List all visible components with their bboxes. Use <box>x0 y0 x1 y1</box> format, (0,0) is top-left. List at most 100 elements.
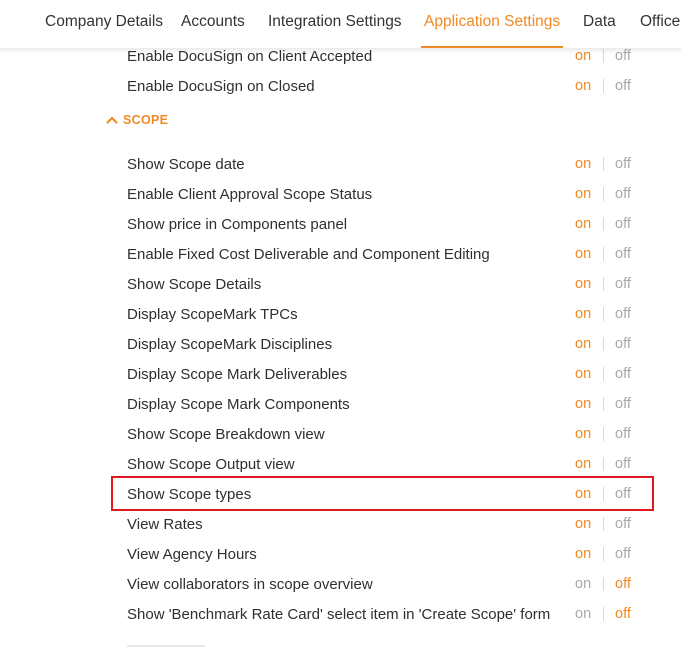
toggle-on-option[interactable]: on <box>575 450 599 478</box>
setting-row-display-scope-mark-components: Display Scope Mark Components on off <box>127 390 647 420</box>
on-off-toggle: on off <box>575 150 631 180</box>
toggle-separator <box>603 337 604 352</box>
settings-tab-bar: Company Details Accounts Integration Set… <box>0 0 681 49</box>
tab-data[interactable]: Data <box>583 0 616 46</box>
setting-row-enable-docusign-on-closed: Enable DocuSign on Closed on off <box>127 72 647 102</box>
setting-row-show-scope-output-view: Show Scope Output view on off <box>127 450 647 480</box>
app-window: Company Details Accounts Integration Set… <box>0 0 681 647</box>
on-off-toggle: on off <box>575 72 631 102</box>
toggle-separator <box>603 49 604 64</box>
toggle-off-option[interactable]: off <box>615 390 631 418</box>
toggle-on-option[interactable]: on <box>575 510 599 538</box>
toggle-off-option[interactable]: off <box>615 540 631 568</box>
on-off-toggle: on off <box>575 600 631 630</box>
setting-label: Show Scope Breakdown view <box>127 426 325 443</box>
setting-row-show-price-in-components-panel: Show price in Components panel on off <box>127 210 647 240</box>
setting-label: Display ScopeMark Disciplines <box>127 336 333 353</box>
on-off-toggle: on off <box>575 570 631 600</box>
toggle-separator <box>603 427 604 442</box>
setting-row-display-scopemark-disciplines: Display ScopeMark Disciplines on off <box>127 330 647 360</box>
tab-accounts[interactable]: Accounts <box>181 0 245 46</box>
setting-label: Display ScopeMark TPCs <box>127 306 298 323</box>
toggle-separator <box>603 247 604 262</box>
toggle-on-option[interactable]: on <box>575 390 599 418</box>
toggle-on-option[interactable]: on <box>575 540 599 568</box>
on-off-toggle: on off <box>575 360 631 390</box>
toggle-off-option[interactable]: off <box>615 240 631 268</box>
toggle-separator <box>603 277 604 292</box>
scope-section-toggle[interactable]: SCOPE <box>106 113 168 133</box>
toggle-separator <box>603 577 604 592</box>
toggle-off-option[interactable]: off <box>615 72 631 100</box>
tab-office[interactable]: Office <box>640 0 680 46</box>
toggle-on-option[interactable]: on <box>575 360 599 388</box>
setting-label: Enable Fixed Cost Deliverable and Compon… <box>127 246 490 263</box>
toggle-off-option[interactable]: off <box>615 480 631 508</box>
on-off-toggle: on off <box>575 330 631 360</box>
setting-row-view-collaborators-in-scope-overview: View collaborators in scope overview on of… <box>127 570 647 600</box>
setting-row-show-benchmark-rate-card-select-item-in-create-scope-form: Show 'Benchmark Rate Card' select item i… <box>127 600 647 630</box>
toggle-on-option[interactable]: on <box>575 270 599 298</box>
on-off-toggle: on off <box>575 450 631 480</box>
setting-label: View Agency Hours <box>127 546 257 563</box>
toggle-off-option[interactable]: off <box>615 360 631 388</box>
toggle-on-option[interactable]: on <box>575 180 599 208</box>
toggle-separator <box>603 307 604 322</box>
toggle-on-option[interactable]: on <box>575 72 599 100</box>
on-off-toggle: on off <box>575 510 631 540</box>
setting-row-enable-fixed-cost-deliverable-and-component-editing: Enable Fixed Cost Deliverable and Compon… <box>127 240 647 270</box>
toggle-on-option[interactable]: on <box>575 570 599 598</box>
toggle-off-option[interactable]: off <box>615 510 631 538</box>
scope-section-title: SCOPE <box>123 113 169 127</box>
toggle-separator <box>603 397 604 412</box>
toggle-off-option[interactable]: off <box>615 450 631 478</box>
toggle-off-option[interactable]: off <box>615 150 631 178</box>
toggle-off-option[interactable]: off <box>615 210 631 238</box>
toggle-off-option[interactable]: off <box>615 270 631 298</box>
toggle-separator <box>603 367 604 382</box>
setting-row-show-scope-breakdown-view: Show Scope Breakdown view on off <box>127 420 647 450</box>
toggle-off-option[interactable]: off <box>615 420 631 448</box>
toggle-off-option[interactable]: off <box>615 180 631 208</box>
toggle-off-option[interactable]: off <box>615 300 631 328</box>
setting-row-display-scope-mark-deliverables: Display Scope Mark Deliverables on off <box>127 360 647 390</box>
setting-row-show-scope-details: Show Scope Details on off <box>127 270 647 300</box>
toggle-separator <box>603 157 604 172</box>
toggle-separator <box>603 217 604 232</box>
setting-label: Enable DocuSign on Closed <box>127 78 315 95</box>
setting-label: Enable Client Approval Scope Status <box>127 186 373 203</box>
toggle-on-option[interactable]: on <box>575 480 599 508</box>
tab-integration-settings[interactable]: Integration Settings <box>268 0 402 46</box>
setting-row-show-scope-types: Show Scope types on off <box>127 480 647 510</box>
setting-row-view-agency-hours: View Agency Hours on off <box>127 540 647 570</box>
tab-application-settings[interactable]: Application Settings <box>421 0 564 48</box>
toggle-on-option[interactable]: on <box>575 240 599 268</box>
toggle-off-option[interactable]: off <box>615 570 631 598</box>
toggle-separator <box>603 487 604 502</box>
on-off-toggle: on off <box>575 540 631 570</box>
setting-label: Show 'Benchmark Rate Card' select item i… <box>127 606 551 623</box>
on-off-toggle: on off <box>575 210 631 240</box>
toggle-on-option[interactable]: on <box>575 600 599 628</box>
toggle-separator <box>603 517 604 532</box>
setting-label: View collaborators in scope overview <box>127 576 373 593</box>
toggle-off-option[interactable]: off <box>615 330 631 358</box>
setting-row-view-rates: View Rates on off <box>127 510 647 540</box>
setting-label: View Rates <box>127 516 203 533</box>
toggle-on-option[interactable]: on <box>575 150 599 178</box>
toggle-on-option[interactable]: on <box>575 420 599 448</box>
toggle-separator <box>603 79 604 94</box>
toggle-on-option[interactable]: on <box>575 210 599 238</box>
toggle-separator <box>603 187 604 202</box>
toggle-on-option[interactable]: on <box>575 300 599 328</box>
toggle-on-option[interactable]: on <box>575 330 599 358</box>
tab-company-details[interactable]: Company Details <box>45 0 163 46</box>
on-off-toggle: on off <box>575 420 631 450</box>
setting-label: Show Scope date <box>127 156 245 173</box>
on-off-toggle: on off <box>575 180 631 210</box>
on-off-toggle: on off <box>575 240 631 270</box>
toggle-off-option[interactable]: off <box>615 600 631 628</box>
setting-label: Show Scope Details <box>127 276 262 293</box>
setting-row-display-scopemark-tpcs: Display ScopeMark TPCs on off <box>127 300 647 330</box>
settings-content: Enable DocuSign on Client Accepted on off E… <box>0 48 681 647</box>
